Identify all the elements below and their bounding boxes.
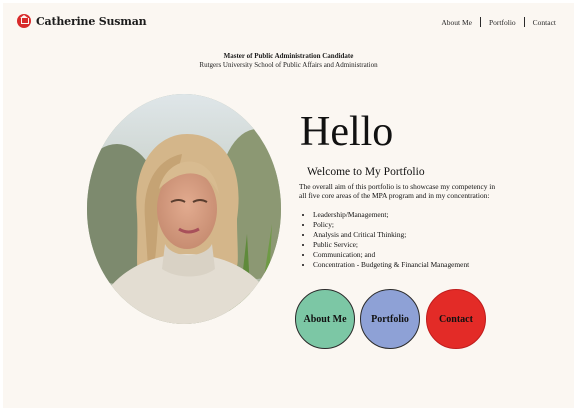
page: Catherine Susman About Me Portfolio Cont… [3, 3, 574, 408]
contact-button[interactable]: Contact [426, 289, 486, 349]
nav-portfolio[interactable]: Portfolio [489, 18, 516, 27]
hello-heading: Hello [300, 109, 394, 155]
home-logo-icon [17, 14, 31, 28]
portfolio-summary: The overall aim of this portfolio is to … [299, 182, 496, 200]
top-nav: About Me Portfolio Contact [441, 17, 556, 27]
list-item: Analysis and Critical Thinking; [313, 230, 469, 240]
list-item: Public Service; [313, 240, 469, 250]
core-areas-list: Leadership/Management; Policy; Analysis … [303, 210, 469, 270]
degree-title: Master of Public Administration Candidat… [223, 52, 354, 60]
about-me-button[interactable]: About Me [295, 289, 355, 349]
list-item: Leadership/Management; [313, 210, 469, 220]
nav-divider [480, 17, 481, 27]
school-name: Rutgers University School of Public Affa… [199, 61, 378, 69]
welcome-subheading: Welcome to My Portfolio [307, 166, 425, 178]
nav-contact[interactable]: Contact [533, 18, 556, 27]
brand-name: Catherine Susman [36, 14, 147, 28]
nav-about-me[interactable]: About Me [441, 18, 472, 27]
list-item: Communication; and [313, 250, 469, 260]
list-item: Policy; [313, 220, 469, 230]
portfolio-button[interactable]: Portfolio [360, 289, 420, 349]
profile-photo [87, 94, 281, 324]
list-item: Concentration - Budgeting & Financial Ma… [313, 260, 469, 270]
brand-link[interactable]: Catherine Susman [17, 14, 147, 28]
nav-divider [523, 17, 525, 27]
